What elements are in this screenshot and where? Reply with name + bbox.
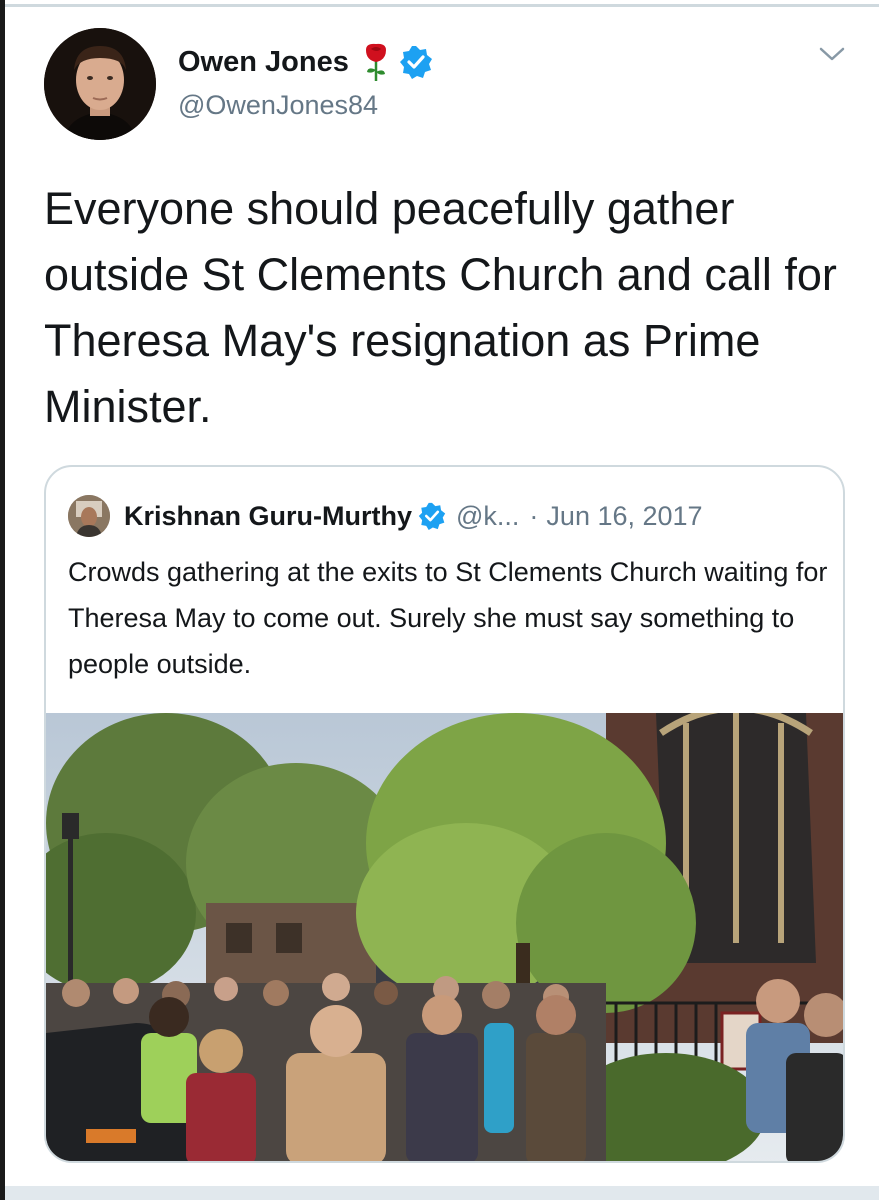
window-edge — [0, 0, 5, 1200]
quoted-tweet-photo[interactable] — [46, 713, 843, 1161]
quoted-tweet-text: Crowds gathering at the exits to St Clem… — [68, 557, 828, 679]
verified-badge-icon — [399, 46, 432, 79]
quoted-author-name: Krishnan Guru-Murthy — [124, 500, 412, 531]
quoted-author-avatar — [68, 495, 110, 537]
avatar[interactable] — [44, 28, 156, 140]
quoted-avatar-image — [68, 495, 110, 537]
quoted-tweet-card[interactable]: Krishnan Guru-Murthy @k... · Jun 16, 201… — [44, 465, 845, 1163]
avatar-image — [44, 28, 156, 140]
quoted-verified-badge-icon — [418, 502, 446, 530]
crowd-outside-church-photo — [46, 713, 843, 1161]
tweet-text: Everyone should peacefully gather outsid… — [44, 183, 837, 432]
quoted-header-separator: · — [529, 500, 539, 531]
chevron-down-icon[interactable] — [818, 44, 846, 64]
author-display-name[interactable]: Owen Jones — [178, 46, 349, 79]
quoted-tweet-header: Krishnan Guru-Murthy @k... · Jun 16, 201… — [68, 495, 703, 537]
rose-icon — [365, 43, 386, 81]
quoted-tweet-date: Jun 16, 2017 — [546, 500, 703, 531]
author-name-row[interactable]: Owen Jones — [178, 42, 433, 82]
quoted-author-handle: @k... — [456, 500, 520, 531]
bottom-divider — [5, 1186, 879, 1200]
author-handle[interactable]: @OwenJones84 — [178, 90, 378, 121]
top-divider — [5, 4, 879, 7]
